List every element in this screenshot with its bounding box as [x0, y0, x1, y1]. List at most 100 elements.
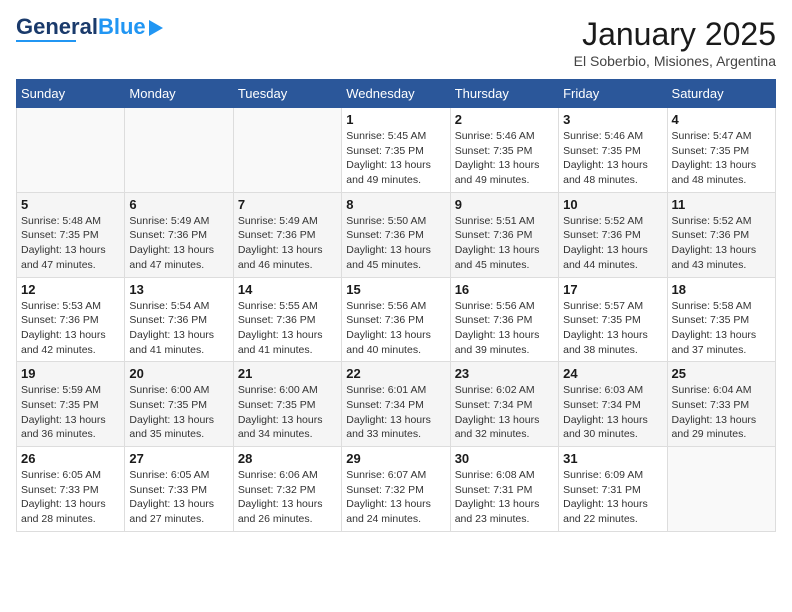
day-info: Sunrise: 6:03 AMSunset: 7:34 PMDaylight:…: [563, 383, 662, 442]
sunset-text: Sunset: 7:35 PM: [563, 314, 641, 326]
sunset-text: Sunset: 7:35 PM: [21, 399, 99, 411]
day-info: Sunrise: 6:07 AMSunset: 7:32 PMDaylight:…: [346, 468, 445, 527]
sunset-text: Sunset: 7:36 PM: [129, 229, 207, 241]
daylight-text: Daylight: 13 hours and 39 minutes.: [455, 329, 540, 356]
daylight-text: Daylight: 13 hours and 46 minutes.: [238, 244, 323, 271]
day-info: Sunrise: 5:59 AMSunset: 7:35 PMDaylight:…: [21, 383, 120, 442]
sunset-text: Sunset: 7:35 PM: [455, 145, 533, 157]
logo-text: GeneralBlue: [16, 16, 146, 38]
weekday-header-saturday: Saturday: [667, 80, 775, 108]
sunrise-text: Sunrise: 5:46 AM: [455, 130, 535, 142]
daylight-text: Daylight: 13 hours and 36 minutes.: [21, 414, 106, 441]
sunrise-text: Sunrise: 5:57 AM: [563, 300, 643, 312]
calendar-cell: 4Sunrise: 5:47 AMSunset: 7:35 PMDaylight…: [667, 108, 775, 193]
sunrise-text: Sunrise: 6:00 AM: [238, 384, 318, 396]
calendar-cell: 28Sunrise: 6:06 AMSunset: 7:32 PMDayligh…: [233, 447, 341, 532]
calendar-cell: 31Sunrise: 6:09 AMSunset: 7:31 PMDayligh…: [559, 447, 667, 532]
sunrise-text: Sunrise: 6:06 AM: [238, 469, 318, 481]
day-number: 14: [238, 282, 337, 297]
weekday-header-friday: Friday: [559, 80, 667, 108]
sunset-text: Sunset: 7:36 PM: [21, 314, 99, 326]
sunset-text: Sunset: 7:36 PM: [129, 314, 207, 326]
day-info: Sunrise: 6:00 AMSunset: 7:35 PMDaylight:…: [238, 383, 337, 442]
day-info: Sunrise: 5:56 AMSunset: 7:36 PMDaylight:…: [346, 299, 445, 358]
calendar-cell: 14Sunrise: 5:55 AMSunset: 7:36 PMDayligh…: [233, 277, 341, 362]
daylight-text: Daylight: 13 hours and 48 minutes.: [563, 159, 648, 186]
day-number: 5: [21, 197, 120, 212]
sunrise-text: Sunrise: 6:02 AM: [455, 384, 535, 396]
day-info: Sunrise: 5:49 AMSunset: 7:36 PMDaylight:…: [238, 214, 337, 273]
sunrise-text: Sunrise: 5:46 AM: [563, 130, 643, 142]
day-info: Sunrise: 6:09 AM Sunset: 7:31 PM Daylight:…: [563, 468, 662, 527]
sunset-text: Sunset: 7:35 PM: [238, 399, 316, 411]
sunrise-text: Sunrise: 5:45 AM: [346, 130, 426, 142]
sunset-text: Sunset: 7:34 PM: [346, 399, 424, 411]
calendar-cell: [233, 108, 341, 193]
sunrise-text: Sunrise: 6:07 AM: [346, 469, 426, 481]
calendar-cell: 2Sunrise: 5:46 AMSunset: 7:35 PMDaylight…: [450, 108, 558, 193]
calendar-cell: 19 Sunrise: 5:59 AMSunset: 7:35 PMDayligh…: [17, 362, 125, 447]
sunrise-text: Sunrise: 6:04 AM: [672, 384, 752, 396]
daylight-text: Daylight: 13 hours and 47 minutes.: [21, 244, 106, 271]
sunrise-text: Sunrise: 5:53 AM: [21, 300, 101, 312]
calendar-cell: 5 Sunrise: 5:48 AMSunset: 7:35 PMDaylight…: [17, 192, 125, 277]
sunset-text: Sunset: 7:35 PM: [21, 229, 99, 241]
sunset-text: Sunset: 7:31 PM: [563, 484, 641, 496]
daylight-text: Daylight: 13 hours and 40 minutes.: [346, 329, 431, 356]
sunrise-text: Sunrise: 6:08 AM: [455, 469, 535, 481]
day-number: 1: [346, 112, 445, 127]
calendar-week-row: 19 Sunrise: 5:59 AMSunset: 7:35 PMDayligh…: [17, 362, 776, 447]
sunset-text: Sunset: 7:36 PM: [238, 229, 316, 241]
day-info: Sunrise: 5:50 AMSunset: 7:36 PMDaylight:…: [346, 214, 445, 273]
calendar-cell: 18Sunrise: 5:58 AMSunset: 7:35 PMDayligh…: [667, 277, 775, 362]
daylight-text: Daylight: 13 hours and 28 minutes.: [21, 498, 106, 525]
sunrise-text: Sunrise: 6:00 AM: [129, 384, 209, 396]
calendar-cell: 13Sunrise: 5:54 AMSunset: 7:36 PMDayligh…: [125, 277, 233, 362]
calendar-cell: [667, 447, 775, 532]
daylight-text: Daylight: 13 hours and 35 minutes.: [129, 414, 214, 441]
daylight-text: Daylight: 13 hours and 27 minutes.: [129, 498, 214, 525]
daylight-text: Daylight: 13 hours and 30 minutes.: [563, 414, 648, 441]
day-info: Sunrise: 5:49 AMSunset: 7:36 PMDaylight:…: [129, 214, 228, 273]
day-number: 4: [672, 112, 771, 127]
day-number: 22: [346, 366, 445, 381]
calendar-cell: 1 Sunrise: 5:45 AMSunset: 7:35 PMDaylight…: [342, 108, 450, 193]
day-number: 19: [21, 366, 120, 381]
day-info: Sunrise: 5:51 AMSunset: 7:36 PMDaylight:…: [455, 214, 554, 273]
calendar-cell: 12Sunrise: 5:53 AMSunset: 7:36 PMDayligh…: [17, 277, 125, 362]
day-number: 8: [346, 197, 445, 212]
calendar-cell: 21Sunrise: 6:00 AMSunset: 7:35 PMDayligh…: [233, 362, 341, 447]
daylight-text: Daylight: 13 hours and 49 minutes.: [346, 159, 431, 186]
day-number: 21: [238, 366, 337, 381]
sunset-text: Sunset: 7:34 PM: [455, 399, 533, 411]
day-info: Sunrise: 6:05 AMSunset: 7:33 PMDaylight:…: [21, 468, 120, 527]
sunrise-text: Sunrise: 6:09 AM: [563, 469, 643, 481]
calendar-cell: 27Sunrise: 6:05 AMSunset: 7:33 PMDayligh…: [125, 447, 233, 532]
day-info: Sunrise: 6:08 AMSunset: 7:31 PMDaylight:…: [455, 468, 554, 527]
day-info: Sunrise: 5:48 AMSunset: 7:35 PMDaylight:…: [21, 214, 120, 273]
day-number: 20: [129, 366, 228, 381]
day-number: 30: [455, 451, 554, 466]
daylight-text: Daylight: 13 hours and 22 minutes.: [563, 498, 648, 525]
day-info: Sunrise: 5:45 AMSunset: 7:35 PMDaylight:…: [346, 129, 445, 188]
sunrise-text: Sunrise: 5:56 AM: [346, 300, 426, 312]
sunrise-text: Sunrise: 6:03 AM: [563, 384, 643, 396]
calendar-cell: 16Sunrise: 5:56 AMSunset: 7:36 PMDayligh…: [450, 277, 558, 362]
daylight-text: Daylight: 13 hours and 23 minutes.: [455, 498, 540, 525]
daylight-text: Daylight: 13 hours and 47 minutes.: [129, 244, 214, 271]
sunrise-text: Sunrise: 5:54 AM: [129, 300, 209, 312]
daylight-text: Daylight: 13 hours and 45 minutes.: [455, 244, 540, 271]
sunset-text: Sunset: 7:35 PM: [672, 314, 750, 326]
day-info: Sunrise: 5:56 AMSunset: 7:36 PMDaylight:…: [455, 299, 554, 358]
sunset-text: Sunset: 7:36 PM: [672, 229, 750, 241]
weekday-header-sunday: Sunday: [17, 80, 125, 108]
day-number: 2: [455, 112, 554, 127]
title-block: January 2025 El Soberbio, Misiones, Arge…: [574, 16, 776, 69]
sunrise-text: Sunrise: 5:58 AM: [672, 300, 752, 312]
weekday-header-thursday: Thursday: [450, 80, 558, 108]
calendar-cell: 29Sunrise: 6:07 AMSunset: 7:32 PMDayligh…: [342, 447, 450, 532]
sunset-text: Sunset: 7:36 PM: [455, 314, 533, 326]
sunset-text: Sunset: 7:35 PM: [129, 399, 207, 411]
calendar-week-row: 26Sunrise: 6:05 AMSunset: 7:33 PMDayligh…: [17, 447, 776, 532]
daylight-text: Daylight: 13 hours and 37 minutes.: [672, 329, 757, 356]
